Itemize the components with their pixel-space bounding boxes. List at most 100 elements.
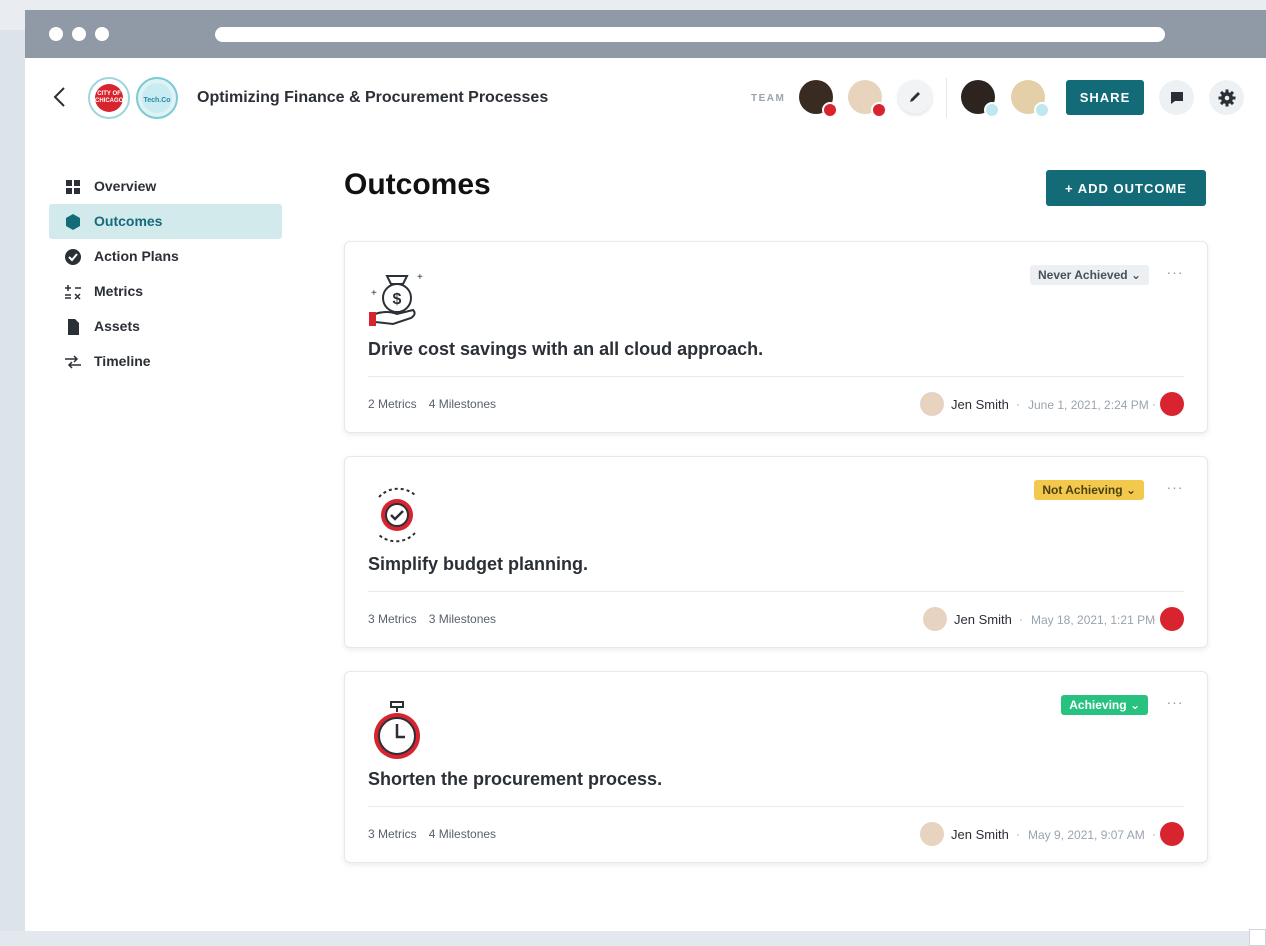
- separator-dot: ·: [1152, 827, 1156, 841]
- milestones-count[interactable]: 3 Milestones: [429, 612, 496, 626]
- updated-date: June 1, 2021, 2:24 PM: [1028, 398, 1149, 412]
- app-window: CITY OF CHICAGO Tech.Co Optimizing Finan…: [25, 58, 1266, 931]
- outcome-card[interactable]: $ + + Never Achieved ⌄ ··· Drive cost sa…: [344, 241, 1208, 433]
- status-dropdown[interactable]: Never Achieved ⌄: [1029, 265, 1149, 285]
- avatar: [920, 392, 944, 416]
- separator-dot: ·: [1016, 827, 1020, 841]
- milestones-count[interactable]: 4 Milestones: [429, 397, 496, 411]
- page-title: Outcomes: [344, 168, 491, 201]
- back-icon[interactable]: [51, 84, 69, 110]
- divider: [368, 376, 1184, 377]
- chicago-logo[interactable]: CITY OF CHICAGO: [88, 77, 130, 119]
- gear-icon: [1218, 89, 1235, 107]
- comments-button[interactable]: [1159, 80, 1194, 115]
- stopwatch-icon: [374, 701, 420, 759]
- owner-info: Jen Smith · May 18, 2021, 1:21 PM ·: [923, 607, 1184, 631]
- more-options-icon[interactable]: ···: [1165, 264, 1185, 284]
- sidebar-item-label: Assets: [94, 318, 140, 334]
- techco-badge: [1034, 102, 1050, 118]
- project-title: Optimizing Finance & Procurement Process…: [197, 89, 549, 106]
- sidebar-item-metrics[interactable]: Metrics: [49, 274, 282, 309]
- share-button[interactable]: SHARE: [1066, 80, 1144, 115]
- separator-dot: ·: [1016, 397, 1020, 411]
- money-bag-icon: $ + +: [369, 272, 423, 326]
- hexagon-icon: [66, 214, 80, 230]
- avatar[interactable]: [961, 80, 1000, 118]
- metrics-count[interactable]: 2 Metrics: [368, 397, 417, 411]
- chat-icon: [1170, 92, 1183, 104]
- sidebar-item-assets[interactable]: Assets: [49, 309, 282, 344]
- sidebar-item-label: Overview: [94, 178, 157, 194]
- file-icon: [68, 319, 79, 335]
- svg-text:$: $: [393, 291, 402, 308]
- top-header: CITY OF CHICAGO Tech.Co Optimizing Finan…: [25, 58, 1266, 138]
- settings-button[interactable]: [1209, 80, 1244, 115]
- math-icon: [65, 285, 81, 300]
- resize-handle[interactable]: [1249, 929, 1266, 946]
- avatar[interactable]: [799, 80, 838, 118]
- updated-date: May 9, 2021, 9:07 AM: [1028, 828, 1145, 842]
- add-outcome-button[interactable]: + ADD OUTCOME: [1046, 170, 1206, 206]
- updated-date: May 18, 2021, 1:21 PM: [1031, 613, 1156, 627]
- more-options-icon[interactable]: ···: [1165, 479, 1185, 499]
- outcome-title[interactable]: Shorten the procurement process.: [368, 769, 662, 790]
- outcome-card[interactable]: Not Achieving ⌄ ··· Simplify budget plan…: [344, 456, 1208, 648]
- sidebar-item-outcomes[interactable]: Outcomes: [49, 204, 282, 239]
- url-bar[interactable]: [215, 27, 1165, 42]
- sidebar-item-action-plans[interactable]: Action Plans: [49, 239, 282, 274]
- grid-icon: [66, 180, 80, 194]
- owner-name: Jen Smith: [951, 397, 1009, 412]
- avatar: [923, 607, 947, 631]
- outcome-title[interactable]: Simplify budget planning.: [368, 554, 588, 575]
- separator-dot: ·: [1019, 612, 1023, 626]
- pencil-icon: [910, 91, 920, 102]
- sidebar-item-label: Action Plans: [94, 248, 179, 264]
- gear-check-icon: [378, 487, 416, 543]
- status-dropdown[interactable]: Not Achieving ⌄: [1034, 480, 1144, 500]
- chicago-badge: [1160, 607, 1184, 631]
- window-dot: [49, 27, 63, 41]
- chicago-badge: [871, 102, 887, 118]
- owner-info: Jen Smith · June 1, 2021, 2:24 PM ·: [920, 392, 1184, 416]
- svg-text:+: +: [371, 288, 377, 299]
- window-dot: [72, 27, 86, 41]
- metrics-count[interactable]: 3 Metrics: [368, 612, 417, 626]
- sidebar-item-timeline[interactable]: Timeline: [49, 344, 282, 379]
- outcome-card[interactable]: Achieving ⌄ ··· Shorten the procurement …: [344, 671, 1208, 863]
- svg-text:+: +: [417, 272, 423, 283]
- divider: [368, 591, 1184, 592]
- outcome-stats: 3 Metrics 4 Milestones: [368, 827, 496, 841]
- techco-logo[interactable]: Tech.Co: [136, 77, 178, 119]
- timeline-icon: [65, 355, 81, 369]
- background-strip: [0, 931, 1266, 946]
- avatar: [920, 822, 944, 846]
- chevron-down-icon: ⌄: [1125, 483, 1136, 497]
- outcome-title[interactable]: Drive cost savings with an all cloud app…: [368, 339, 763, 360]
- milestones-count[interactable]: 4 Milestones: [429, 827, 496, 841]
- sidebar-item-overview[interactable]: Overview: [49, 169, 282, 204]
- techco-badge: [984, 102, 1000, 118]
- sidebar-item-label: Outcomes: [94, 213, 163, 229]
- owner-name: Jen Smith: [951, 827, 1009, 842]
- separator-dot: ·: [1152, 612, 1156, 626]
- browser-chrome: [25, 10, 1266, 58]
- check-circle-icon: [65, 249, 81, 265]
- avatar[interactable]: [848, 80, 887, 118]
- chevron-down-icon: ⌄: [1130, 268, 1141, 282]
- sidebar-item-label: Metrics: [94, 283, 144, 299]
- chicago-badge: [1160, 392, 1184, 416]
- chicago-badge: [1160, 822, 1184, 846]
- sidebar-item-label: Timeline: [94, 353, 151, 369]
- avatar[interactable]: [1011, 80, 1050, 118]
- background-strip: [0, 30, 25, 931]
- more-options-icon[interactable]: ···: [1165, 694, 1185, 714]
- metrics-count[interactable]: 3 Metrics: [368, 827, 417, 841]
- chevron-down-icon: ⌄: [1129, 698, 1140, 712]
- window-dot: [95, 27, 109, 41]
- divider: [368, 806, 1184, 807]
- edit-team-button[interactable]: [898, 80, 932, 114]
- outcome-stats: 3 Metrics 3 Milestones: [368, 612, 496, 626]
- status-dropdown[interactable]: Achieving ⌄: [1061, 695, 1148, 715]
- outcome-stats: 2 Metrics 4 Milestones: [368, 397, 496, 411]
- owner-info: Jen Smith · May 9, 2021, 9:07 AM ·: [920, 822, 1184, 846]
